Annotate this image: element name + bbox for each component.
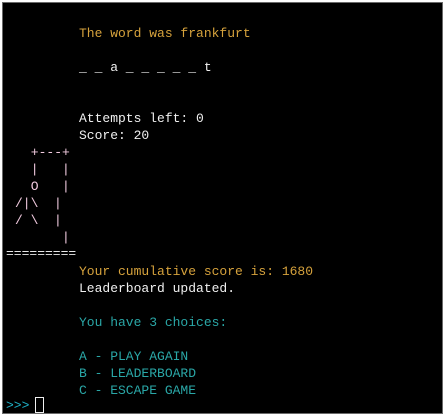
cumulative-score: Your cumulative score is: 1680 xyxy=(79,264,314,279)
text-cursor[interactable] xyxy=(35,397,44,413)
menu-option-escape-game: C - ESCAPE GAME xyxy=(79,383,197,398)
hangman-line-5: / \ | xyxy=(15,213,62,228)
score-text: Score: 20 xyxy=(79,128,150,143)
masked-word: _ _ a _ _ _ _ _ t xyxy=(79,60,212,75)
separator-line: ========= xyxy=(6,246,77,261)
hangman-line-4: /|\ | xyxy=(15,196,62,211)
menu-option-leaderboard: B - LEADERBOARD xyxy=(79,366,197,381)
leaderboard-status: Leaderboard updated. xyxy=(79,281,236,296)
menu-option-play-again: A - PLAY AGAIN xyxy=(79,349,189,364)
hangman-line-1: +---+ xyxy=(23,145,70,160)
word-reveal-text: The word was frankfurt xyxy=(79,26,251,41)
menu-heading: You have 3 choices: xyxy=(79,315,228,330)
terminal-window[interactable]: The word was frankfurt _ _ a _ _ _ _ _ t… xyxy=(2,2,443,414)
hangman-line-3: O | xyxy=(23,179,70,194)
hangman-line-6: | xyxy=(23,230,70,245)
hangman-line-2: | | xyxy=(23,162,70,177)
attempts-left: Attempts left: 0 xyxy=(79,111,204,126)
command-prompt: >>> xyxy=(6,398,30,413)
